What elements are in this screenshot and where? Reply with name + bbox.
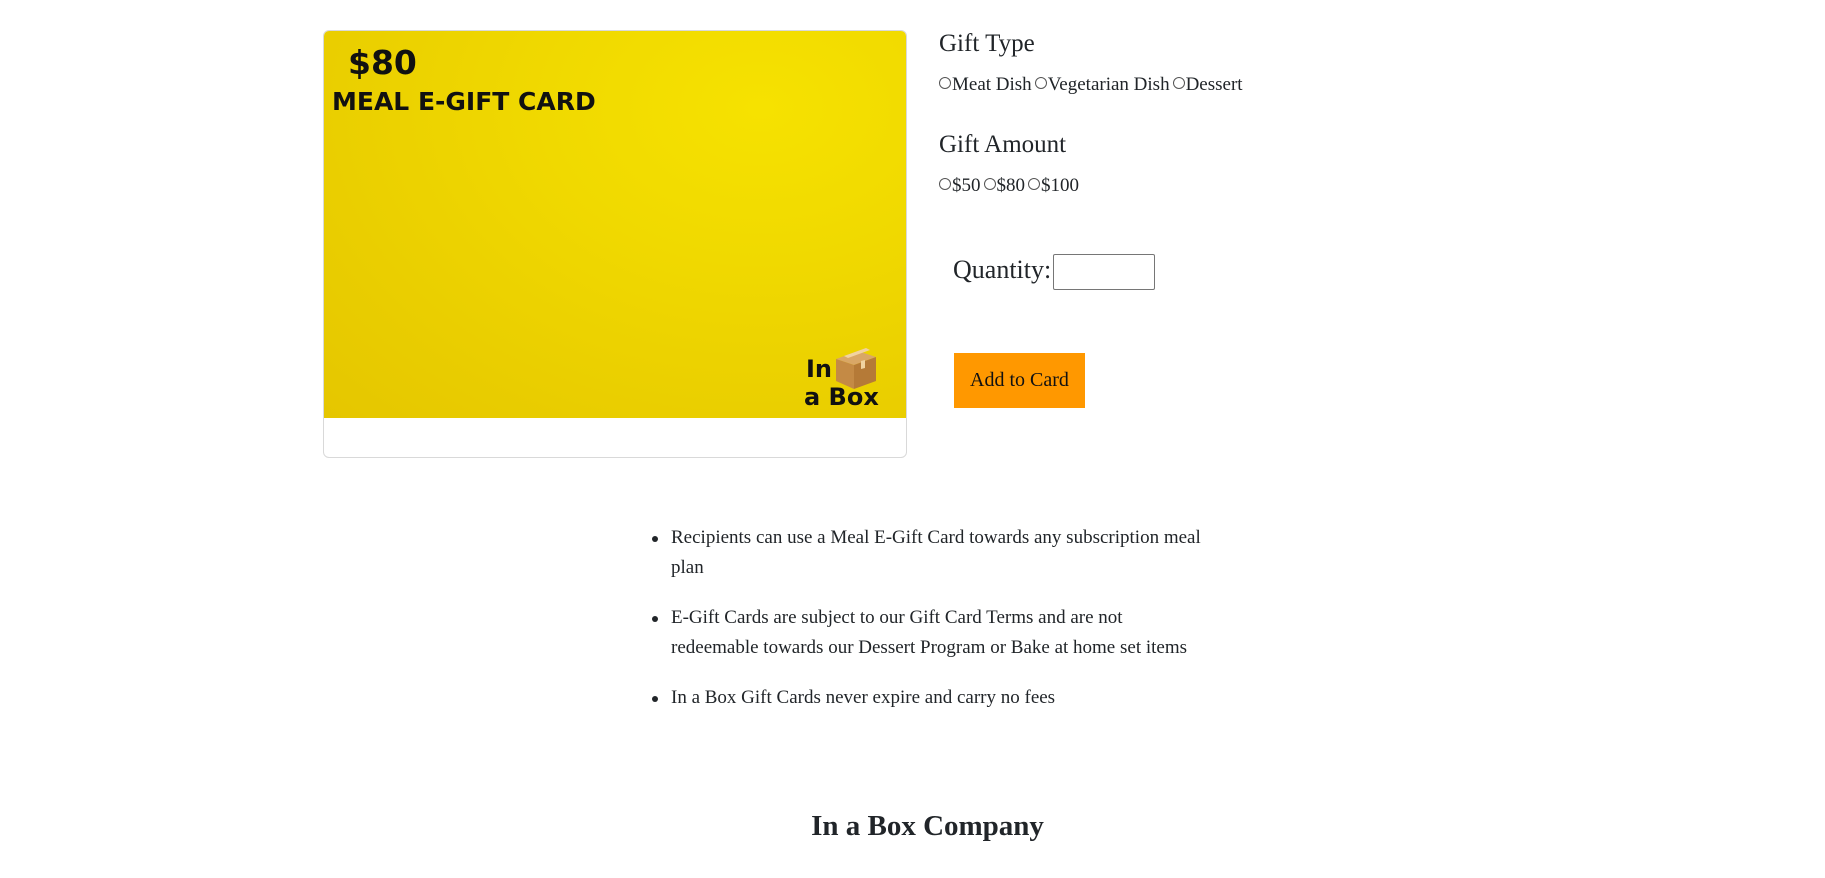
gift-card-info-list: Recipients can use a Meal E-Gift Card to… <box>652 523 1201 733</box>
add-to-card-button[interactable]: Add to Card <box>954 353 1085 408</box>
gift-type-option-label: Dessert <box>1185 74 1243 95</box>
list-item: Recipients can use a Meal E-Gift Card to… <box>652 523 1201 583</box>
gift-type-option-vegetarian[interactable]: Vegetarian Dish <box>1034 74 1170 96</box>
radio-button[interactable] <box>939 77 951 89</box>
gift-card-price: $80 <box>348 43 417 82</box>
list-item: In a Box Gift Cards never expire and car… <box>652 683 1201 713</box>
company-heading: In a Box Company <box>811 810 1044 842</box>
gift-card-artwork: $80 MEAL E-GIFT CARD In a Box <box>324 31 906 418</box>
list-item: E-Gift Cards are subject to our Gift Car… <box>652 603 1201 663</box>
brand-logo: In a Box <box>804 347 879 411</box>
gift-amount-heading: Gift Amount <box>939 131 1067 158</box>
gift-type-option-dessert[interactable]: Dessert <box>1172 74 1243 96</box>
gift-amount-option-80[interactable]: $80 <box>983 175 1026 197</box>
quantity-input[interactable] <box>1053 254 1155 290</box>
gift-card-title: MEAL E-GIFT CARD <box>332 87 596 116</box>
radio-button[interactable] <box>983 178 996 190</box>
gift-amount-option-label: $50 <box>952 175 981 196</box>
gift-type-option-meat[interactable]: Meat Dish <box>939 74 1032 96</box>
gift-amount-option-label: $80 <box>996 175 1026 196</box>
brand-logo-line1: In <box>806 355 833 383</box>
radio-button[interactable] <box>1034 77 1047 89</box>
gift-type-radio-group: Meat Dish Vegetarian Dish Dessert <box>939 74 1246 96</box>
gift-amount-option-50[interactable]: $50 <box>939 175 981 197</box>
gift-type-option-label: Vegetarian Dish <box>1047 74 1170 95</box>
gift-card-image: $80 MEAL E-GIFT CARD In a Box <box>323 30 907 458</box>
gift-type-option-label: Meat Dish <box>952 74 1032 95</box>
radio-button[interactable] <box>939 178 951 190</box>
gift-amount-radio-group: $50 $80 $100 <box>939 175 1082 197</box>
radio-button[interactable] <box>1172 77 1185 89</box>
gift-amount-option-100[interactable]: $100 <box>1028 175 1079 197</box>
quantity-label: Quantity: <box>953 255 1052 284</box>
radio-button[interactable] <box>1028 178 1040 190</box>
gift-type-heading: Gift Type <box>939 30 1035 57</box>
brand-logo-line2: a Box <box>804 383 879 411</box>
gift-amount-option-label: $100 <box>1041 175 1079 196</box>
